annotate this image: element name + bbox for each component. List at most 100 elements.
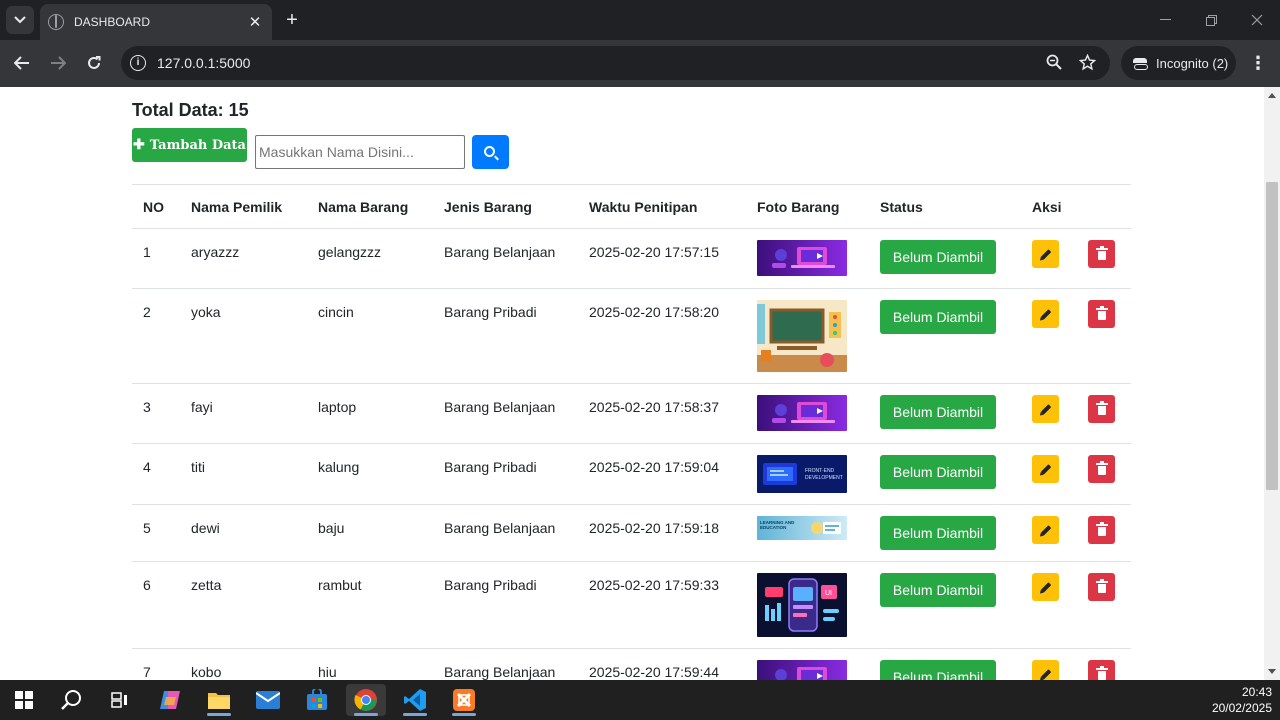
xampp-button[interactable]	[444, 684, 484, 716]
cell-item: laptop	[307, 383, 433, 444]
browser-menu-icon[interactable]: ⋮	[1248, 52, 1268, 74]
new-tab-button[interactable]: +	[281, 9, 303, 31]
status-button[interactable]: Belum Diambil	[880, 240, 996, 274]
edit-button[interactable]	[1032, 395, 1059, 423]
edit-button[interactable]	[1032, 516, 1059, 544]
deposit-time: 2025-02-20 17:59:44	[589, 664, 719, 680]
tab-title: DASHBOARD	[74, 15, 151, 29]
vscode-button[interactable]	[395, 684, 435, 716]
status-button[interactable]: Belum Diambil	[880, 660, 996, 680]
browser-tab[interactable]: DASHBOARD ✕	[40, 4, 272, 40]
close-icon	[1251, 14, 1263, 26]
cell-delete	[1077, 443, 1131, 505]
edit-button[interactable]	[1032, 455, 1059, 483]
cell-edit	[1021, 383, 1077, 444]
clock-time: 20:43	[1241, 685, 1272, 699]
search-input[interactable]	[255, 135, 465, 169]
cell-status: Belum Diambil	[869, 561, 1021, 649]
status-button[interactable]: Belum Diambil	[880, 573, 996, 607]
chrome-button[interactable]	[346, 684, 386, 716]
item-type: Barang Belanjaan	[444, 399, 556, 415]
add-data-label: Tambah Data	[149, 137, 246, 153]
cell-type: Barang Belanjaan	[433, 228, 578, 289]
minimize-button[interactable]	[1142, 0, 1188, 40]
trash-icon	[1095, 522, 1108, 536]
delete-button[interactable]	[1088, 455, 1115, 483]
scroll-up-icon[interactable]	[1268, 93, 1276, 98]
address-bar[interactable]: i 127.0.0.1:5000	[121, 46, 1110, 80]
close-window-button[interactable]	[1234, 0, 1280, 40]
reload-button[interactable]	[81, 50, 107, 76]
cell-photo: UI	[746, 561, 869, 649]
page-scrollbar[interactable]	[1264, 87, 1280, 680]
scrollbar-thumb[interactable]	[1266, 182, 1278, 490]
delete-button[interactable]	[1088, 395, 1115, 423]
bookmark-star-icon[interactable]	[1078, 53, 1096, 72]
cell-type: Barang Pribadi	[433, 443, 578, 505]
table-row: 6 zetta rambut Barang Pribadi 2025-02-20 17:…	[132, 561, 1131, 649]
edit-button[interactable]	[1032, 300, 1059, 328]
cell-photo	[746, 288, 869, 384]
running-indicator	[403, 713, 427, 716]
table-header-row: NO Nama Pemilik Nama Barang Jenis Barang…	[132, 184, 1131, 229]
file-explorer-button[interactable]	[199, 684, 239, 716]
reload-icon	[88, 56, 101, 69]
store-button[interactable]	[297, 684, 337, 716]
edit-button[interactable]	[1032, 240, 1059, 268]
running-indicator	[207, 713, 231, 716]
search-button[interactable]	[472, 135, 509, 169]
owner-name: zetta	[191, 577, 222, 593]
back-button[interactable]	[9, 50, 35, 76]
status-button[interactable]: Belum Diambil	[880, 300, 996, 334]
close-tab-icon[interactable]: ✕	[246, 13, 264, 31]
site-info-icon[interactable]: i	[130, 55, 146, 71]
item-photo: FRONT-END DEVELOPMENT	[757, 455, 858, 493]
cell-delete	[1077, 561, 1131, 649]
cell-no: 6	[132, 561, 180, 649]
trash-icon	[1095, 579, 1108, 593]
task-view-button[interactable]	[100, 684, 140, 716]
delete-button[interactable]	[1088, 573, 1115, 601]
item-name: hiu	[318, 664, 337, 680]
windows-start-icon	[15, 691, 33, 709]
url-text[interactable]: 127.0.0.1:5000	[157, 55, 250, 71]
row-number: 5	[143, 520, 151, 536]
row-number: 6	[143, 577, 151, 593]
trash-icon	[1095, 461, 1108, 475]
status-button[interactable]: Belum Diambil	[880, 395, 996, 429]
delete-button[interactable]	[1088, 300, 1115, 328]
owner-name: titi	[191, 459, 205, 475]
system-clock[interactable]: 20:43 20/02/2025	[1212, 684, 1272, 716]
restore-button[interactable]	[1188, 0, 1234, 40]
delete-button[interactable]	[1088, 660, 1115, 680]
delete-button[interactable]	[1088, 516, 1115, 544]
start-button[interactable]	[4, 684, 44, 716]
cell-time: 2025-02-20 17:58:37	[578, 383, 746, 444]
clock-date: 20/02/2025	[1211, 701, 1272, 715]
scroll-down-icon[interactable]	[1268, 669, 1276, 674]
table-row: 3 fayi laptop Barang Belanjaan 2025-02-20 17…	[132, 383, 1131, 444]
copilot-button[interactable]	[150, 684, 190, 716]
forward-button[interactable]	[45, 50, 71, 76]
mail-button[interactable]	[248, 684, 288, 716]
add-data-button[interactable]: ✚ Tambah Data	[132, 128, 247, 162]
task-view-icon	[111, 692, 127, 708]
vscode-icon	[404, 689, 426, 711]
running-indicator	[354, 713, 378, 716]
cell-no: 1	[132, 228, 180, 289]
taskbar-search-button[interactable]	[52, 684, 92, 716]
incognito-profile-button[interactable]: Incognito (2)	[1121, 46, 1236, 80]
table-row: 2 yoka cincin Barang Pribadi 2025-02-20 17:5…	[132, 288, 1131, 384]
status-button[interactable]: Belum Diambil	[880, 455, 996, 489]
edit-button[interactable]	[1032, 660, 1059, 680]
delete-button[interactable]	[1088, 240, 1115, 268]
status-button[interactable]: Belum Diambil	[880, 516, 996, 550]
item-photo	[757, 395, 858, 431]
trash-icon	[1095, 306, 1108, 320]
arrow-left-icon	[14, 56, 29, 70]
zoom-icon[interactable]	[1045, 54, 1063, 72]
item-photo	[757, 300, 858, 372]
tab-search-button[interactable]	[6, 6, 34, 34]
edit-button[interactable]	[1032, 573, 1059, 601]
cell-type: Barang Belanjaan	[433, 504, 578, 562]
